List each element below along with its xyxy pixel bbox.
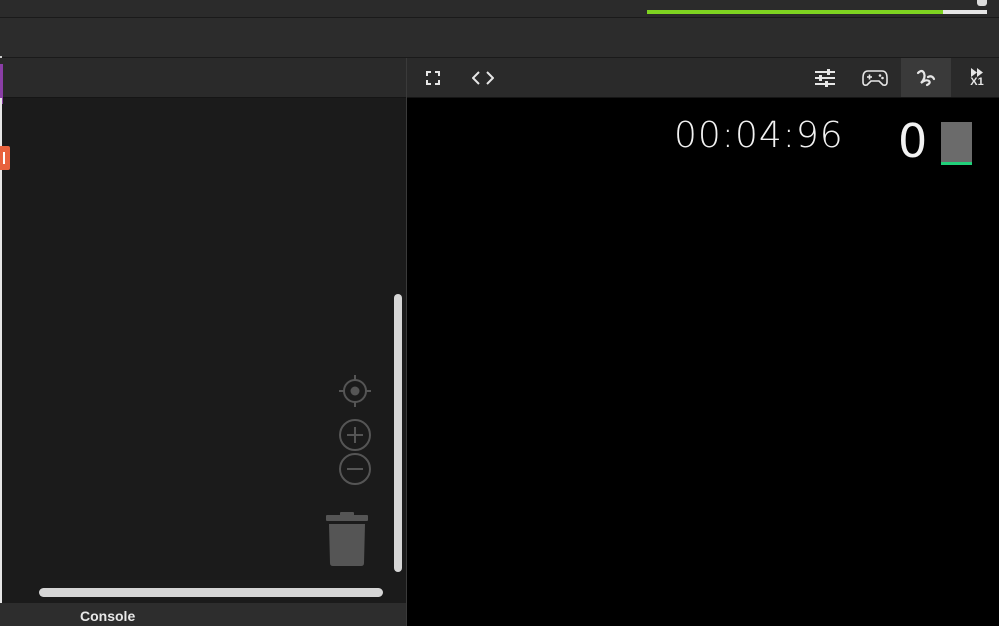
- level-indicator: [941, 122, 972, 164]
- squiggle-icon[interactable]: [901, 58, 951, 97]
- top-bar: [0, 0, 999, 18]
- timer: 00:04:96: [674, 115, 844, 156]
- simulator-panel: X1 00:04:96 0: [406, 58, 999, 626]
- zoom-in-icon[interactable]: [338, 418, 372, 452]
- speed-label: X1: [970, 75, 984, 88]
- gamepad-icon[interactable]: [855, 58, 895, 97]
- fast-forward-icon[interactable]: X1: [959, 58, 995, 97]
- simulator-toolbar: X1: [407, 58, 999, 98]
- menu-bar: [0, 18, 999, 58]
- blocks-workspace[interactable]: Console: [0, 58, 406, 626]
- score: 0: [898, 114, 928, 168]
- console-label[interactable]: Console: [80, 608, 135, 624]
- block-category-marker[interactable]: [0, 146, 10, 170]
- workspace-edge: [0, 98, 2, 603]
- code-brackets-icon[interactable]: [467, 58, 499, 97]
- console-bar[interactable]: Console: [0, 603, 406, 626]
- progress-bar-fill: [647, 10, 943, 14]
- workspace-toolbar: [0, 58, 406, 104]
- fullscreen-icon[interactable]: [419, 58, 447, 97]
- horizontal-scrollbar[interactable]: [39, 588, 383, 597]
- vertical-scrollbar[interactable]: [394, 294, 402, 572]
- sliders-icon[interactable]: [807, 58, 843, 97]
- app-window: Console X1 00:04:96 0: [0, 0, 999, 626]
- zoom-out-icon[interactable]: [338, 452, 372, 486]
- crosshair-icon[interactable]: [338, 374, 372, 408]
- level-indicator-accent: [941, 162, 972, 165]
- progress-bar: [647, 10, 987, 14]
- account-icon[interactable]: [977, 0, 987, 6]
- trash-icon[interactable]: [326, 512, 368, 568]
